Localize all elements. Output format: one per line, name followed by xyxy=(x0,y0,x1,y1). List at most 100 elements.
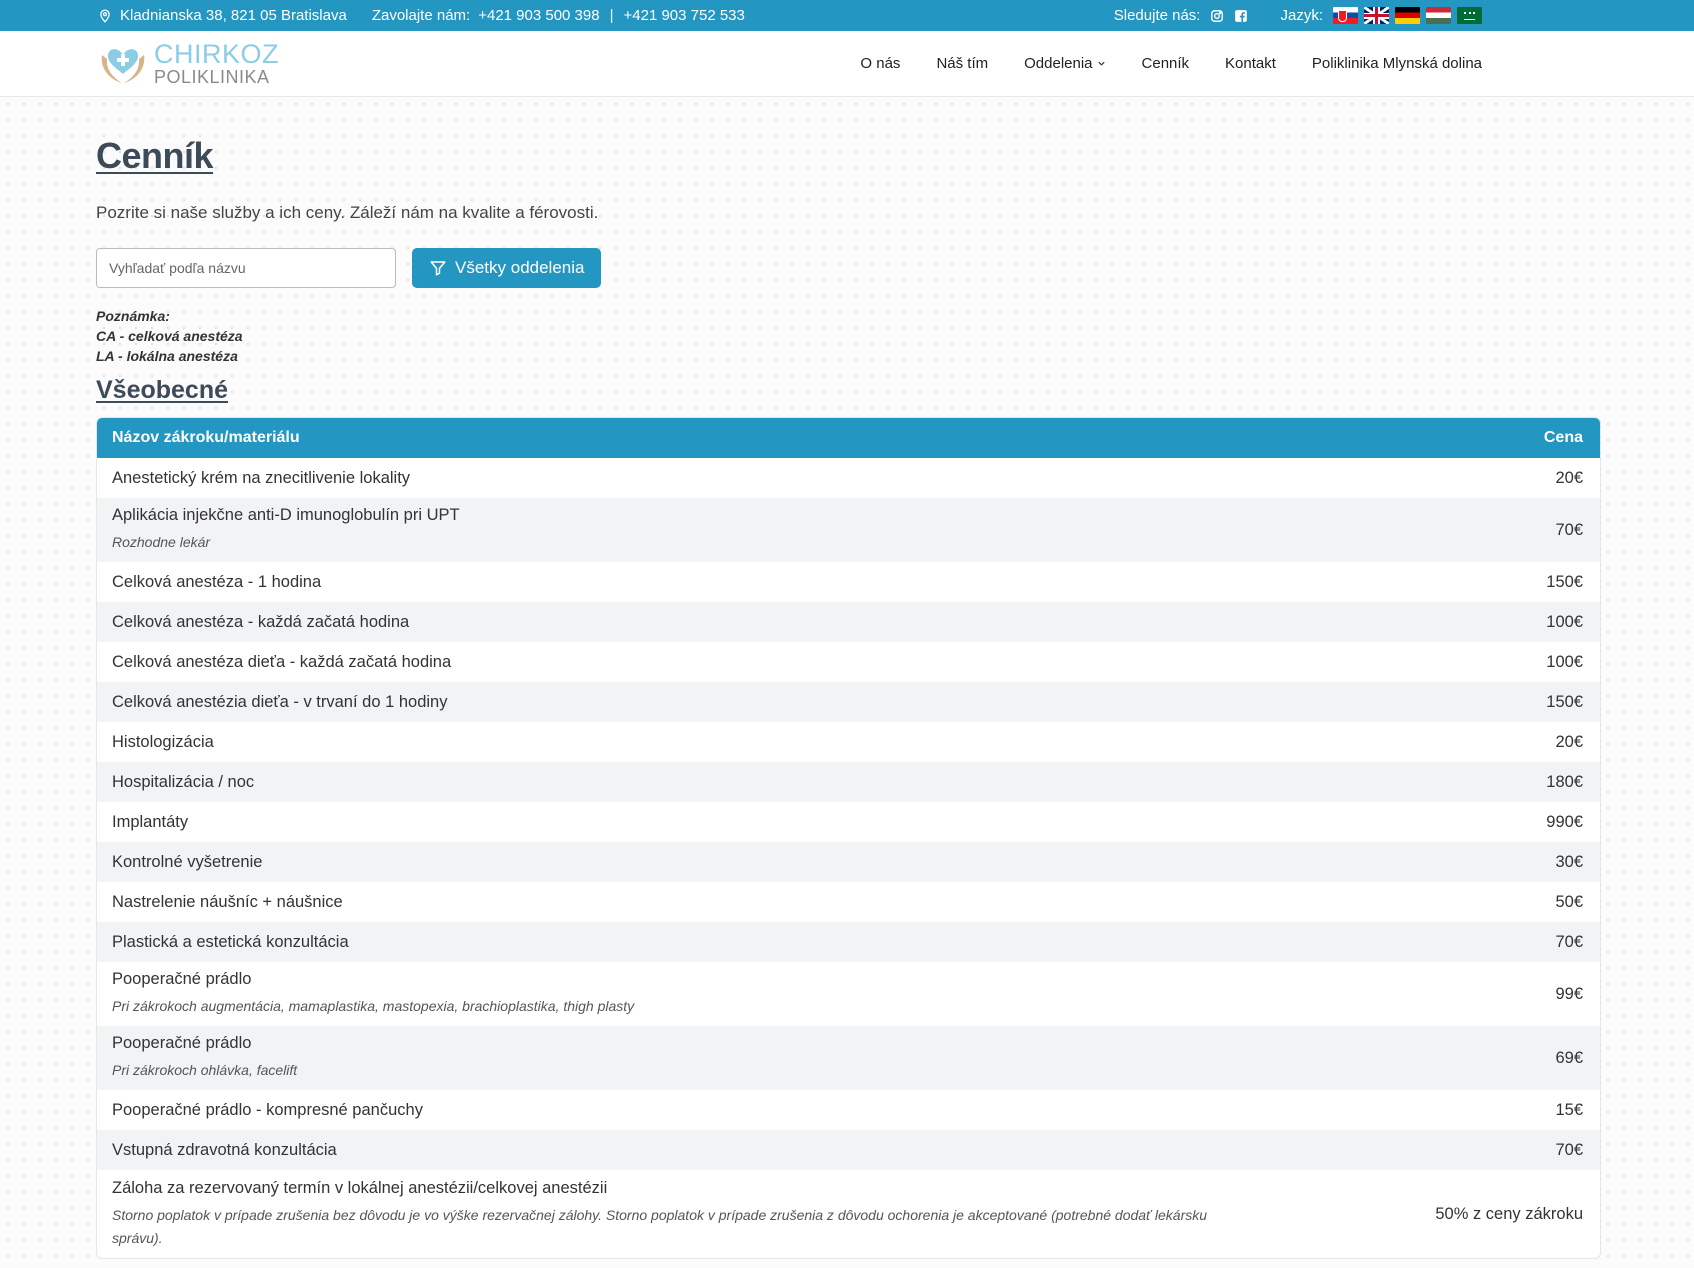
row-name-cell: Anestetický krém na znecitlivenie lokali… xyxy=(112,469,410,488)
table-row: Histologizácia 20€ xyxy=(97,722,1600,762)
row-name-cell: Vstupná zdravotná konzultácia xyxy=(112,1141,337,1160)
flag-hungarian-icon[interactable] xyxy=(1426,7,1451,24)
phone-link-2[interactable]: +421 903 752 533 xyxy=(624,7,745,24)
table-row: Vstupná zdravotná konzultácia 70€ xyxy=(97,1130,1600,1170)
row-name-cell: Hospitalizácia / noc xyxy=(112,773,254,792)
nav-polyclinic[interactable]: Poliklinika Mlynská dolina xyxy=(1312,55,1482,72)
row-name: Nastrelenie náušníc + náušnice xyxy=(112,892,343,911)
table-row: Pooperačné prádlo - kompresné pančuchy 15… xyxy=(97,1090,1600,1130)
table-row: Pooperačné prádlo Pri zákrokoch augmentác… xyxy=(97,962,1600,1026)
row-name: Plastická a estetická konzultácia xyxy=(112,932,349,951)
row-name: Pooperačné prádlo - kompresné pančuchy xyxy=(112,1100,423,1119)
row-price: 15€ xyxy=(1555,1100,1583,1119)
row-name: Histologizácia xyxy=(112,732,214,751)
follow-label: Sledujte nás: xyxy=(1113,7,1201,24)
table-row: Kontrolné vyšetrenie 30€ xyxy=(97,842,1600,882)
row-name: Pooperačné prádlo xyxy=(112,1034,252,1052)
contact-info: Kladnianska 38, 821 05 Bratislava Zavola… xyxy=(98,7,745,24)
page-title: Cenník xyxy=(96,135,214,176)
table-row: Celková anestézia dieťa - v trvaní do 1 … xyxy=(97,682,1600,722)
table-row: Nastrelenie náušníc + náušnice 50€ xyxy=(97,882,1600,922)
nav-departments-label: Oddelenia xyxy=(1024,55,1093,72)
flag-slovak-icon[interactable] xyxy=(1333,7,1358,24)
row-price: 69€ xyxy=(1555,1048,1583,1067)
nav-pricing[interactable]: Cenník xyxy=(1142,55,1190,72)
row-note: Storno poplatok v prípade zrušenia bez d… xyxy=(112,1206,1208,1246)
table-header: Názov zákroku/materiálu Cena xyxy=(97,418,1600,458)
row-name-cell: Záloha za rezervovaný termín v lokálnej … xyxy=(112,1179,1252,1250)
row-price: 20€ xyxy=(1555,468,1583,487)
department-filter-button[interactable]: Všetky oddelenia xyxy=(412,248,602,288)
facebook-icon[interactable] xyxy=(1234,9,1248,23)
table-row: Celková anestéza - 1 hodina 150€ xyxy=(97,562,1600,602)
row-price: 100€ xyxy=(1546,652,1583,671)
row-price: 50% z ceny zákroku xyxy=(1435,1204,1583,1223)
table-body: Anestetický krém na znecitlivenie lokali… xyxy=(97,458,1600,1258)
page-subtitle: Pozrite si naše služby a ich ceny. Zálež… xyxy=(96,203,599,222)
instagram-icon[interactable] xyxy=(1210,9,1224,23)
row-name-cell: Implantáty xyxy=(112,813,188,832)
row-price: 20€ xyxy=(1555,732,1583,751)
row-name: Anestetický krém na znecitlivenie lokali… xyxy=(112,468,411,487)
table-row: Celková anestéza dieťa - každá začatá ho… xyxy=(97,642,1600,682)
table-row: Aplikácia injekčne anti-D imunoglobulín … xyxy=(97,498,1600,562)
table-row: Celková anestéza - každá začatá hodina 10… xyxy=(97,602,1600,642)
row-name: Hospitalizácia / noc xyxy=(112,772,255,791)
table-row: Implantáty 990€ xyxy=(97,802,1600,842)
main-content: Cenník Pozrite si naše služby a ich ceny… xyxy=(0,97,1601,1259)
phone-separator: | xyxy=(609,7,614,24)
row-name-cell: Kontrolné vyšetrenie xyxy=(112,853,262,872)
nav-about[interactable]: O nás xyxy=(860,55,900,72)
row-name: Celková anestéza - 1 hodina xyxy=(112,572,322,591)
department-filter-label: Všetky oddelenia xyxy=(455,258,585,277)
row-name: Záloha za rezervovaný termín v lokálnej … xyxy=(112,1178,608,1197)
chevron-down-icon xyxy=(1097,61,1105,66)
table-row: Anestetický krém na znecitlivenie lokali… xyxy=(97,458,1600,498)
phone-link-1[interactable]: +421 903 500 398 xyxy=(478,7,599,24)
column-header-price: Cena xyxy=(1543,429,1583,446)
nav-team[interactable]: Náš tím xyxy=(936,55,988,72)
social-language: Sledujte nás: Jazyk: xyxy=(1114,7,1482,24)
nav-contact[interactable]: Kontakt xyxy=(1225,55,1276,72)
top-bar: Kladnianska 38, 821 05 Bratislava Zavola… xyxy=(0,0,1694,31)
filter-controls: Všetky oddelenia xyxy=(96,248,1600,288)
logo[interactable]: CHIRKOZ POLIKLINIKA xyxy=(98,41,279,87)
row-price: 150€ xyxy=(1546,572,1583,591)
location-pin-icon xyxy=(100,9,110,23)
row-price: 30€ xyxy=(1555,852,1583,871)
row-name-cell: Aplikácia injekčne anti-D imunoglobulín … xyxy=(112,506,460,554)
table-row: Záloha za rezervovaný termín v lokálnej … xyxy=(97,1170,1600,1258)
row-name: Kontrolné vyšetrenie xyxy=(112,852,263,871)
logo-subtitle: POLIKLINIKA xyxy=(154,67,270,87)
row-note: Pri zákrokoch augmentácia, mamaplastika,… xyxy=(112,998,635,1014)
note-ca: CA - celková anestéza xyxy=(96,328,243,344)
site-header: CHIRKOZ POLIKLINIKA O nás Náš tím Oddele… xyxy=(0,31,1694,97)
price-table: Názov zákroku/materiálu Cena Anestetický… xyxy=(96,417,1601,1259)
section-title: Všeobecné xyxy=(96,376,229,404)
row-name-cell: Plastická a estetická konzultácia xyxy=(112,933,349,952)
row-name-cell: Celková anestézia dieťa - v trvaní do 1 … xyxy=(112,693,447,712)
flag-english-icon[interactable] xyxy=(1364,7,1389,24)
row-name-cell: Nastrelenie náušníc + náušnice xyxy=(112,893,343,912)
row-name-cell: Pooperačné prádlo - kompresné pančuchy xyxy=(112,1101,423,1120)
note-la: LA - lokálna anestéza xyxy=(96,348,238,364)
row-name-cell: Pooperačné prádlo Pri zákrokoch augmentác… xyxy=(112,970,634,1018)
search-input[interactable] xyxy=(96,248,396,288)
address-text: Kladnianska 38, 821 05 Bratislava xyxy=(120,7,347,24)
row-name: Celková anestézia dieťa - v trvaní do 1 … xyxy=(112,692,448,711)
flag-german-icon[interactable] xyxy=(1395,7,1420,24)
filter-icon xyxy=(430,261,446,276)
main-nav: O nás Náš tím Oddelenia Cenník Kontakt P… xyxy=(860,55,1482,72)
table-row: Hospitalizácia / noc 180€ xyxy=(97,762,1600,802)
language-label: Jazyk: xyxy=(1280,7,1323,24)
flag-arabic-icon[interactable] xyxy=(1457,7,1482,24)
row-name-cell: Celková anestéza dieťa - každá začatá ho… xyxy=(112,653,451,672)
row-price: 150€ xyxy=(1546,692,1583,711)
row-name: Pooperačné prádlo xyxy=(112,970,252,988)
row-price: 70€ xyxy=(1555,1140,1583,1159)
table-row: Pooperačné prádlo Pri zákrokoch ohlávka, … xyxy=(97,1026,1600,1090)
row-price: 990€ xyxy=(1546,812,1583,831)
row-price: 50€ xyxy=(1555,892,1583,911)
nav-departments[interactable]: Oddelenia xyxy=(1024,55,1105,72)
row-price: 70€ xyxy=(1555,520,1583,539)
